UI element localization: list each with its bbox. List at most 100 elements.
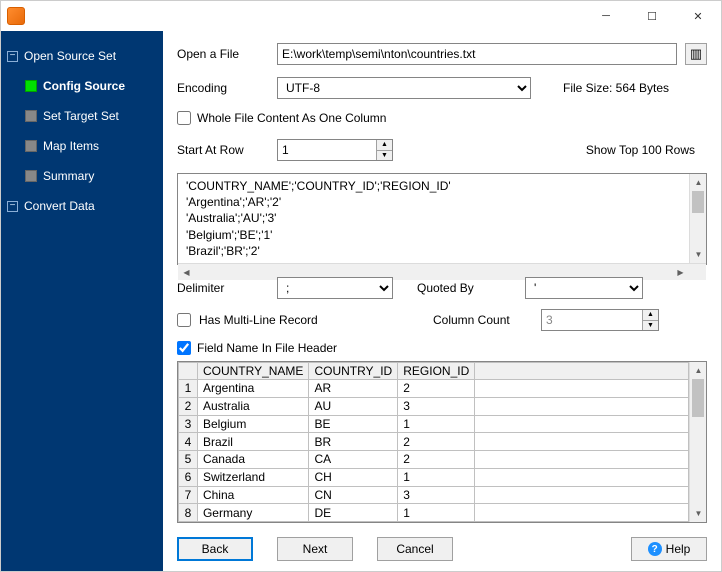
scroll-up-icon[interactable]: ▲ [690,362,707,379]
close-button[interactable]: ✕ [675,1,721,31]
open-file-label: Open a File [177,47,269,61]
cell[interactable]: 3 [398,486,475,504]
table-row[interactable]: 7ChinaCN3 [179,486,689,504]
cell[interactable]: 2 [398,451,475,469]
scroll-thumb[interactable] [692,191,704,213]
quoted-by-select[interactable]: ' [525,277,643,299]
whole-file-checkbox[interactable] [177,111,191,125]
table-row[interactable]: 4BrazilBR2 [179,433,689,451]
sidebar-item-map-items[interactable]: Map Items [1,131,163,161]
cell[interactable]: 2 [398,380,475,398]
tree-collapse-icon[interactable]: − [7,201,18,212]
column-count-input [542,310,642,330]
file-path-input[interactable] [277,43,677,65]
scroll-track[interactable] [690,191,706,246]
cell[interactable]: Argentina [197,380,308,398]
sidebar-item-set-target-set[interactable]: Set Target Set [1,101,163,131]
multiline-label: Has Multi-Line Record [199,313,318,327]
next-button[interactable]: Next [277,537,353,561]
cell[interactable]: CA [309,451,398,469]
step-icon [25,110,37,122]
cell[interactable]: AR [309,380,398,398]
maximize-button[interactable]: ☐ [629,1,675,31]
multiline-checkbox[interactable] [177,313,191,327]
cell[interactable]: AU [309,397,398,415]
col-header[interactable]: REGION_ID [398,363,475,380]
rownum-cell: 2 [179,397,198,415]
col-header[interactable]: COUNTRY_ID [309,363,398,380]
cell[interactable]: Australia [197,397,308,415]
tree-collapse-icon[interactable]: − [7,51,18,62]
start-row-label: Start At Row [177,143,269,157]
start-row-stepper[interactable]: ▲ ▼ [277,139,393,161]
cell[interactable]: Canada [197,451,308,469]
sidebar-item-label: Map Items [43,139,99,153]
cell[interactable]: 1 [398,504,475,522]
rownum-cell: 7 [179,486,198,504]
content-pane: Open a File ▥ Encoding UTF-8 File Size: … [163,31,721,571]
sidebar-item-convert-data[interactable]: − Convert Data [1,191,163,221]
spin-up-icon[interactable]: ▲ [377,140,392,151]
rownum-cell: 8 [179,504,198,522]
spin-down-icon[interactable]: ▼ [377,151,392,161]
cell[interactable]: 1 [398,468,475,486]
col-header[interactable]: COUNTRY_NAME [197,363,308,380]
header-label: Field Name In File Header [197,341,337,355]
rownum-cell: 1 [179,380,198,398]
cell[interactable]: 2 [398,433,475,451]
col-spacer [475,363,689,380]
table-row[interactable]: 2AustraliaAU3 [179,397,689,415]
sidebar-item-label: Config Source [43,79,125,93]
table-row[interactable]: 3BelgiumBE1 [179,415,689,433]
help-label: Help [666,542,691,556]
help-button[interactable]: ? Help [631,537,707,561]
cell[interactable]: BE [309,415,398,433]
sidebar-item-summary[interactable]: Summary [1,161,163,191]
sidebar-item-config-source[interactable]: Config Source [1,71,163,101]
cell[interactable]: Brazil [197,433,308,451]
app-icon [7,7,25,25]
step-icon [25,170,37,182]
footer-buttons: Back Next Cancel ? Help [177,533,707,561]
scroll-up-icon[interactable]: ▲ [690,174,707,191]
cell[interactable]: BR [309,433,398,451]
browse-file-button[interactable]: ▥ [685,43,707,65]
column-count-stepper: ▲ ▼ [541,309,659,331]
cell[interactable]: Belgium [197,415,308,433]
sidebar-item-label: Open Source Set [24,49,116,63]
file-preview: 'COUNTRY_NAME';'COUNTRY_ID';'REGION_ID' … [177,173,707,265]
cell[interactable]: Germany [197,504,308,522]
scroll-down-icon[interactable]: ▼ [690,246,707,263]
cancel-button[interactable]: Cancel [377,537,453,561]
delimiter-label: Delimiter [177,281,269,295]
delimiter-select[interactable]: ; [277,277,393,299]
wizard-sidebar: − Open Source Set Config Source Set Targ… [1,31,163,571]
cell[interactable]: DE [309,504,398,522]
cell[interactable]: CN [309,486,398,504]
minimize-button[interactable]: ─ [583,1,629,31]
cell[interactable]: 3 [398,397,475,415]
table-row[interactable]: 6SwitzerlandCH1 [179,468,689,486]
table-row[interactable]: 1ArgentinaAR2 [179,380,689,398]
cell[interactable]: CH [309,468,398,486]
show-top-label: Show Top 100 Rows [586,143,707,157]
step-active-icon [25,80,37,92]
cell[interactable]: Switzerland [197,468,308,486]
table-row[interactable]: 8GermanyDE1 [179,504,689,522]
scroll-down-icon[interactable]: ▼ [690,505,707,522]
rownum-cell: 5 [179,451,198,469]
encoding-select[interactable]: UTF-8 [277,77,531,99]
cell[interactable]: 1 [398,415,475,433]
sidebar-item-open-source-set[interactable]: − Open Source Set [1,41,163,71]
table-row[interactable]: 5CanadaCA2 [179,451,689,469]
scroll-track[interactable] [690,379,706,505]
start-row-input[interactable] [278,140,376,160]
header-checkbox[interactable] [177,341,191,355]
step-icon [25,140,37,152]
back-button[interactable]: Back [177,537,253,561]
sidebar-item-label: Convert Data [24,199,95,213]
rownum-cell: 6 [179,468,198,486]
preview-text[interactable]: 'COUNTRY_NAME';'COUNTRY_ID';'REGION_ID' … [178,174,689,263]
scroll-thumb[interactable] [692,379,704,417]
cell[interactable]: China [197,486,308,504]
